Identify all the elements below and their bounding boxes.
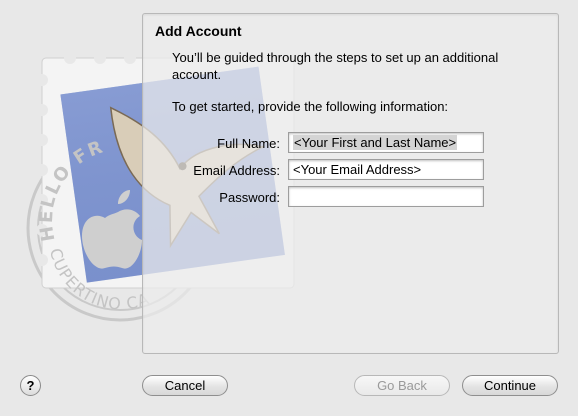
full-name-label: Full Name: bbox=[217, 136, 280, 151]
password-field[interactable] bbox=[288, 186, 484, 207]
continue-button[interactable]: Continue bbox=[462, 375, 558, 396]
cancel-button[interactable]: Cancel bbox=[142, 375, 228, 396]
dialog-title: Add Account bbox=[155, 23, 242, 39]
full-name-value: <Your First and Last Name> bbox=[293, 135, 458, 150]
email-value: <Your Email Address> bbox=[293, 162, 422, 177]
full-name-field[interactable]: <Your First and Last Name> bbox=[288, 132, 484, 153]
password-label: Password: bbox=[219, 190, 280, 205]
email-label: Email Address: bbox=[193, 163, 280, 178]
help-button[interactable]: ? bbox=[20, 375, 41, 396]
intro-text: You’ll be guided through the steps to se… bbox=[172, 50, 499, 82]
instructions-text: To get started, provide the following in… bbox=[172, 99, 449, 114]
go-back-button[interactable]: Go Back bbox=[354, 375, 450, 396]
email-field[interactable]: <Your Email Address> bbox=[288, 159, 484, 180]
